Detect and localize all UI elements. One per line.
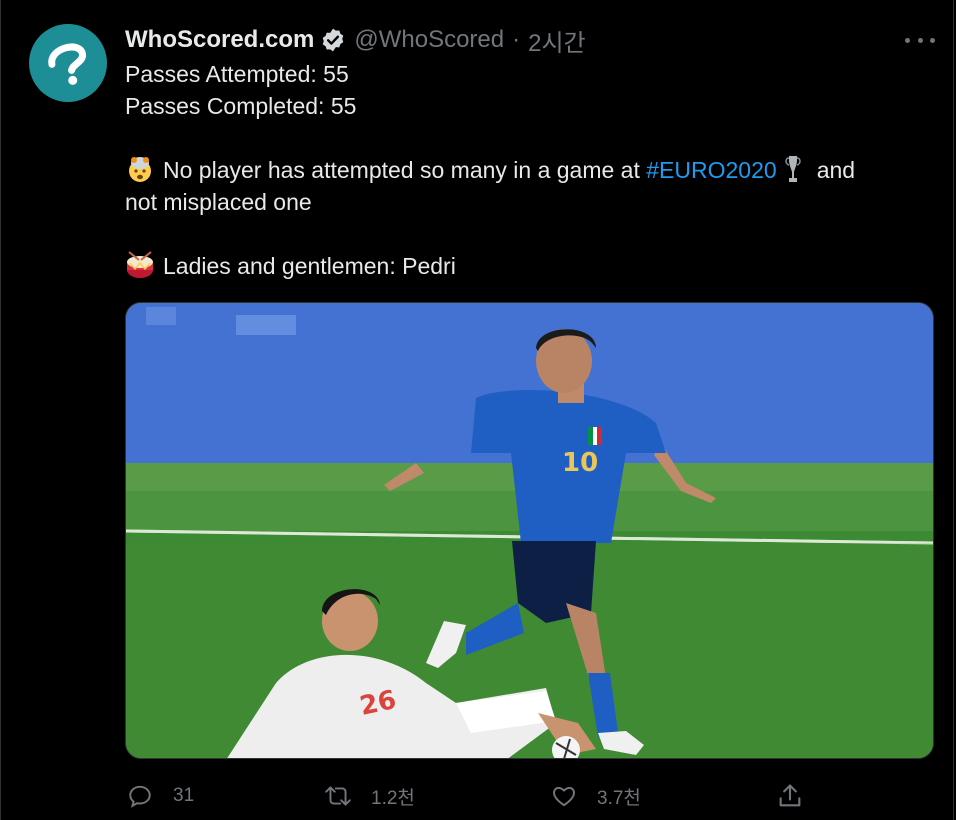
heart-icon <box>549 781 579 811</box>
record-text-and: and <box>816 157 856 183</box>
tweet-line-misplaced: not misplaced one <box>125 189 312 215</box>
trophy-icon <box>783 154 803 184</box>
like-count: 3.7천 <box>597 787 641 809</box>
tweet-actions: 31 1.2천 3.7천 <box>125 778 815 814</box>
separator-dot: · <box>512 26 521 53</box>
jersey-number-10: 10 <box>562 448 598 478</box>
tweet-timestamp[interactable]: 2시간 <box>528 23 586 58</box>
author-handle[interactable]: @WhoScored <box>354 26 504 54</box>
author-name[interactable]: WhoScored.com <box>125 26 314 54</box>
author-avatar[interactable] <box>29 24 107 102</box>
share-button[interactable] <box>775 778 805 814</box>
share-icon <box>775 781 805 811</box>
football-match-photo: 10 26 <box>126 303 933 758</box>
more-options-icon[interactable] <box>905 34 935 46</box>
tweet-line-pedri: Ladies and gentlemen: Pedri <box>125 250 925 282</box>
verified-badge-icon <box>320 27 346 53</box>
hashtag-link[interactable]: #EURO2020 <box>646 157 776 183</box>
retweet-button[interactable]: 1.2천 <box>323 778 415 814</box>
retweet-icon <box>323 781 353 811</box>
tweet-line-passes-attempted: Passes Attempted: 55 <box>125 61 349 87</box>
retweet-count: 1.2천 <box>371 787 415 809</box>
reply-count: 31 <box>173 785 195 806</box>
tweet-container[interactable]: WhoScored.com @WhoScored · 2시간 Passes At… <box>0 0 954 820</box>
question-mark-logo-icon <box>48 43 86 85</box>
tweet-header: WhoScored.com @WhoScored · 2시간 <box>125 23 586 58</box>
reply-button[interactable]: 31 <box>125 778 194 814</box>
reply-icon <box>125 781 155 811</box>
pedri-text: Ladies and gentlemen: Pedri <box>163 253 456 279</box>
tweet-line-record: No player has attempted so many in a gam… <box>125 154 925 186</box>
like-button[interactable]: 3.7천 <box>549 778 641 814</box>
tweet-photo[interactable]: 10 26 <box>125 302 934 759</box>
record-text: No player has attempted so many in a gam… <box>163 157 647 183</box>
tweet-line-passes-completed: Passes Completed: 55 <box>125 93 357 119</box>
exploding-head-icon <box>125 154 155 184</box>
tweet-text: Passes Attempted: 55 Passes Completed: 5… <box>125 58 925 282</box>
drum-icon <box>125 250 155 280</box>
